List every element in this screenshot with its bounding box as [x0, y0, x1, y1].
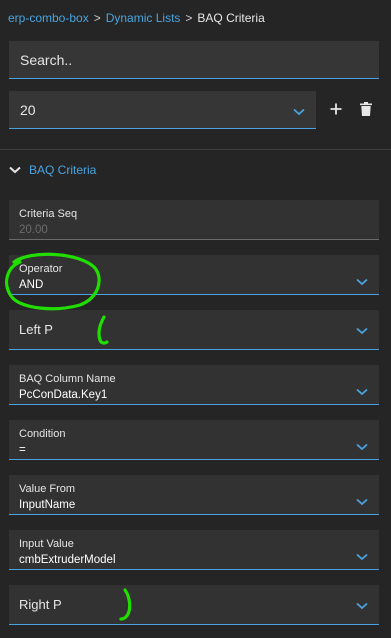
field-value: InputName [19, 499, 76, 511]
chevron-down-icon [356, 278, 368, 286]
delete-button[interactable] [357, 99, 375, 119]
field-value: 20.00 [19, 224, 48, 236]
section-header-baq-criteria[interactable]: BAQ Criteria [9, 162, 96, 178]
breadcrumb-link-erp-combo-box[interactable]: erp-combo-box [8, 11, 89, 25]
field-label: BAQ Column Name [19, 373, 116, 385]
field-value: AND [19, 279, 44, 291]
chevron-down-icon [9, 166, 21, 174]
field-label: Condition [19, 428, 66, 440]
chevron-down-icon [356, 443, 368, 451]
search-input[interactable] [20, 51, 368, 68]
chevron-down-icon [356, 388, 368, 396]
section-title: BAQ Criteria [29, 163, 97, 177]
breadcrumb: erp-combo-box > Dynamic Lists > BAQ Criteria [8, 11, 265, 25]
search-box [9, 41, 379, 79]
input-value-dropdown[interactable]: Input Value cmbExtruderModel [9, 530, 379, 570]
divider [0, 149, 391, 150]
field-label: Value From [19, 483, 76, 495]
field-value: PcConData.Key1 [19, 389, 108, 401]
plus-icon [330, 103, 342, 115]
chevron-down-icon [356, 553, 368, 561]
chevron-down-icon [356, 602, 368, 610]
criteria-seq-field[interactable]: Criteria Seq 20.00 [9, 200, 379, 240]
breadcrumb-separator: > [185, 11, 193, 25]
field-label: Input Value [19, 538, 74, 550]
condition-dropdown[interactable]: Condition = [9, 420, 379, 460]
chevron-down-icon [356, 498, 368, 506]
value-from-dropdown[interactable]: Value From InputName [9, 475, 379, 515]
right-p-dropdown[interactable]: Right P [9, 585, 379, 625]
baq-column-name-dropdown[interactable]: BAQ Column Name PcConData.Key1 [9, 365, 379, 405]
field-value: = [19, 444, 26, 456]
operator-dropdown[interactable]: Operator AND [9, 255, 379, 295]
chevron-down-icon [293, 108, 305, 115]
breadcrumb-separator: > [93, 11, 101, 25]
record-selector-value: 20 [20, 101, 36, 118]
field-value: cmbExtruderModel [19, 554, 116, 566]
field-placeholder: Left P [19, 322, 53, 337]
record-selector[interactable]: 20 [9, 91, 316, 129]
trash-icon [360, 102, 372, 116]
page: erp-combo-box > Dynamic Lists > BAQ Criteria… [0, 0, 391, 638]
chevron-down-icon [356, 327, 368, 335]
breadcrumb-current: BAQ Criteria [197, 11, 265, 25]
left-p-dropdown[interactable]: Left P [9, 310, 379, 350]
breadcrumb-link-dynamic-lists[interactable]: Dynamic Lists [106, 11, 181, 25]
field-label: Operator [19, 263, 63, 275]
field-label: Criteria Seq [19, 208, 78, 220]
add-button[interactable] [327, 99, 345, 119]
field-placeholder: Right P [19, 597, 62, 612]
